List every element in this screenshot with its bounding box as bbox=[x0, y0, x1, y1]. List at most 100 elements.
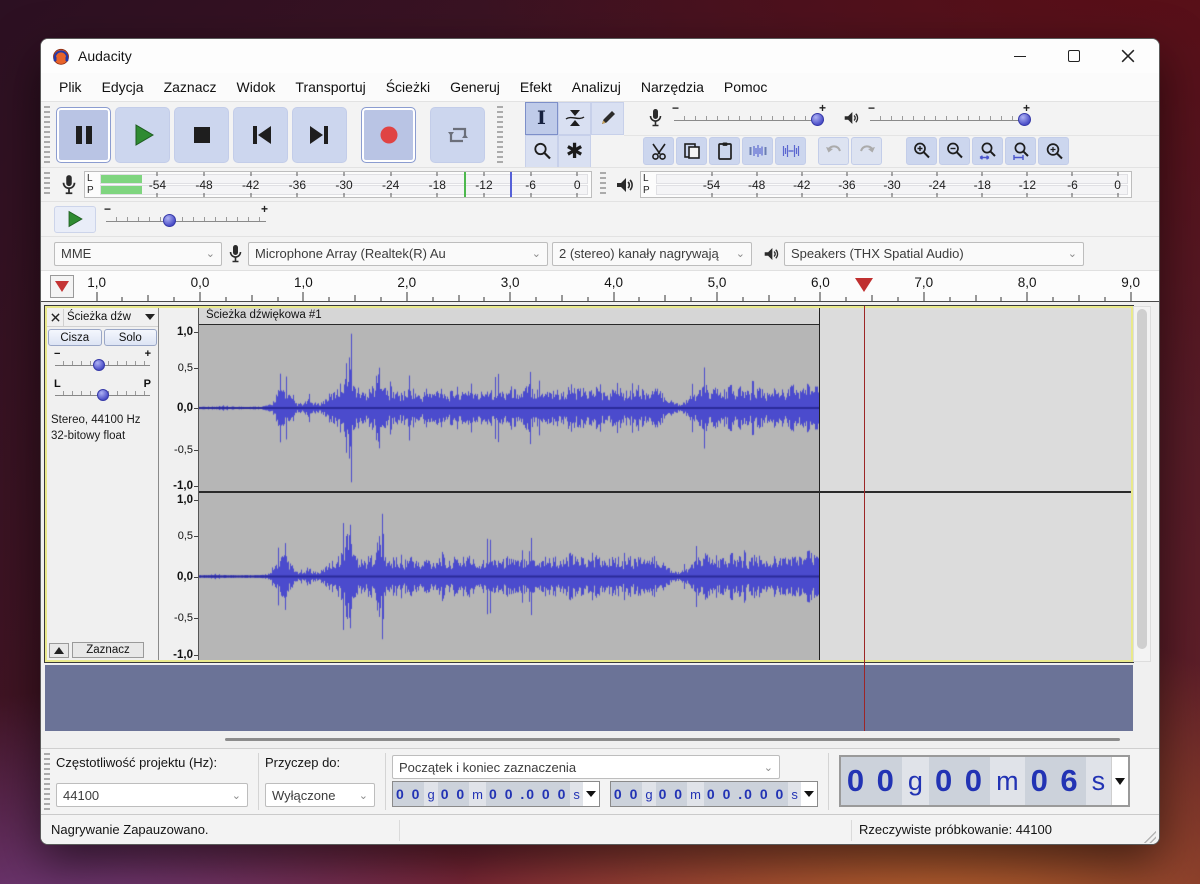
zoom-out-button[interactable] bbox=[939, 137, 970, 165]
time-digits[interactable]: 0 0 .0 0 0 bbox=[704, 782, 788, 806]
stop-button[interactable] bbox=[174, 107, 229, 163]
window-resize-grip[interactable] bbox=[1144, 831, 1156, 843]
selection-start-field[interactable]: 0 0g0 0m0 0 .0 0 0s bbox=[392, 781, 600, 807]
close-button[interactable] bbox=[1121, 49, 1135, 63]
timeline-ruler[interactable]: 1,00,01,02,03,04,05,06,07,08,09,0 bbox=[41, 270, 1159, 302]
trim-audio-button[interactable] bbox=[742, 137, 773, 165]
menu-item-generuj[interactable]: Generuj bbox=[440, 75, 510, 99]
track-title-menu[interactable]: Ścieżka dźw bbox=[64, 311, 158, 323]
horizontal-scrollbar[interactable] bbox=[45, 731, 1155, 748]
vertical-scale-ruler[interactable]: 1,00,50,0-0,5-1,01,00,50,0-0,5-1,0 bbox=[159, 308, 199, 660]
horizontal-scrollbar-thumb[interactable] bbox=[225, 738, 1120, 741]
silence-audio-button[interactable] bbox=[775, 137, 806, 165]
menu-item-transportuj[interactable]: Transportuj bbox=[285, 75, 375, 99]
time-digits[interactable]: 0 0 bbox=[656, 782, 687, 806]
playback-meter-grip[interactable] bbox=[600, 172, 606, 197]
skip-to-end-button[interactable] bbox=[292, 107, 347, 163]
record-button[interactable] bbox=[361, 107, 416, 163]
time-digits[interactable]: 0 0 bbox=[841, 757, 902, 805]
playhead-marker[interactable] bbox=[855, 278, 873, 292]
track-control-panel[interactable]: Ścieżka dźw Cisza Solo − + bbox=[47, 308, 159, 660]
playback-device-select[interactable]: Speakers (THX Spatial Audio)⌄ bbox=[784, 242, 1084, 266]
time-digits[interactable]: 0 6 bbox=[1025, 757, 1086, 805]
time-format-dropdown[interactable] bbox=[801, 782, 817, 806]
play-at-speed-button[interactable] bbox=[54, 206, 96, 233]
menu-item-analizuj[interactable]: Analizuj bbox=[562, 75, 631, 99]
tools-toolbar-grip[interactable] bbox=[497, 106, 503, 163]
zoom-in-button[interactable] bbox=[906, 137, 937, 165]
zoom-tool-button[interactable] bbox=[525, 135, 558, 168]
paste-button[interactable] bbox=[709, 137, 740, 165]
recording-device-select[interactable]: Microphone Array (Realtek(R) Au⌄ bbox=[248, 242, 548, 266]
undo-button[interactable] bbox=[818, 137, 849, 165]
selection-tool-button[interactable]: I bbox=[525, 102, 558, 135]
pinned-play-head-button[interactable] bbox=[50, 275, 74, 298]
menu-item-efekt[interactable]: Efekt bbox=[510, 75, 562, 99]
time-format-dropdown[interactable] bbox=[583, 782, 599, 806]
playback-volume-slider[interactable]: − + bbox=[870, 108, 1028, 128]
playback-volume-thumb[interactable] bbox=[1018, 113, 1031, 126]
menu-item-zaznacz[interactable]: Zaznacz bbox=[154, 75, 227, 99]
zoom-to-selection-button[interactable] bbox=[972, 137, 1003, 165]
project-rate-select[interactable]: 44100⌄ bbox=[56, 783, 248, 807]
copy-button[interactable] bbox=[676, 137, 707, 165]
playback-meter[interactable]: LP-54-48-42-36-30-24-18-12-60 bbox=[640, 171, 1132, 198]
menu-item-pomoc[interactable]: Pomoc bbox=[714, 75, 778, 99]
vertical-scrollbar-thumb[interactable] bbox=[1137, 309, 1147, 649]
multi-tool-button[interactable]: ✱ bbox=[558, 135, 591, 168]
vertical-scrollbar[interactable] bbox=[1133, 306, 1151, 662]
record-volume-thumb[interactable] bbox=[811, 113, 824, 126]
recording-meter[interactable]: LP-54-48-42-36-30-24-18-12-60 bbox=[84, 171, 592, 198]
audio-host-select[interactable]: MME⌄ bbox=[54, 242, 222, 266]
waveform-channel-left[interactable] bbox=[199, 325, 819, 491]
audio-clip[interactable]: Ścieżka dźwiękowa #1 bbox=[199, 308, 820, 660]
envelope-tool-button[interactable] bbox=[558, 102, 591, 135]
snap-to-select[interactable]: Wyłączone⌄ bbox=[265, 783, 375, 807]
record-volume-slider[interactable]: − + bbox=[674, 108, 824, 128]
gain-slider[interactable]: − + bbox=[55, 355, 150, 373]
pan-slider[interactable]: L P bbox=[55, 385, 150, 403]
selection-end-field[interactable]: 0 0g0 0m0 0 .0 0 0s bbox=[610, 781, 818, 807]
audio-position-display[interactable]: 0 0g0 0m0 6s bbox=[839, 755, 1130, 807]
clip-title-bar[interactable]: Ścieżka dźwiękowa #1 bbox=[199, 308, 819, 325]
minimize-button[interactable] bbox=[1013, 49, 1027, 63]
record-meter-grip[interactable] bbox=[44, 172, 50, 197]
play-speed-thumb[interactable] bbox=[163, 214, 176, 227]
record-meter-mic-icon[interactable] bbox=[54, 168, 84, 201]
play-speed-slider[interactable]: − + bbox=[106, 209, 266, 229]
menu-item-edycja[interactable]: Edycja bbox=[92, 75, 154, 99]
collapse-track-button[interactable] bbox=[49, 643, 69, 658]
playback-meter-speaker-icon[interactable] bbox=[610, 168, 640, 201]
zoom-to-project-button[interactable] bbox=[1005, 137, 1036, 165]
menu-item-ścieżki[interactable]: Ścieżki bbox=[376, 75, 440, 99]
time-digits[interactable]: 0 0 .0 0 0 bbox=[486, 782, 570, 806]
loop-button[interactable] bbox=[430, 107, 485, 163]
waveform-channel-right[interactable] bbox=[199, 493, 819, 660]
skip-to-start-button[interactable] bbox=[233, 107, 288, 163]
gain-thumb[interactable] bbox=[93, 359, 105, 371]
transport-toolbar-grip[interactable] bbox=[44, 106, 50, 163]
draw-tool-button[interactable] bbox=[591, 102, 624, 135]
time-digits[interactable]: 0 0 bbox=[611, 782, 642, 806]
redo-button[interactable] bbox=[851, 137, 882, 165]
pan-thumb[interactable] bbox=[97, 389, 109, 401]
menu-item-plik[interactable]: Plik bbox=[49, 75, 92, 99]
selection-toolbar-grip[interactable] bbox=[44, 753, 50, 810]
empty-area-below-tracks[interactable] bbox=[45, 665, 1133, 731]
time-digits[interactable]: 0 0 bbox=[438, 782, 469, 806]
track-close-button[interactable] bbox=[47, 309, 64, 326]
title-bar[interactable]: Audacity bbox=[41, 39, 1159, 73]
time-digits[interactable]: 0 0 bbox=[929, 757, 990, 805]
selection-mode-select[interactable]: Początek i koniec zaznaczenia⌄ bbox=[392, 755, 780, 779]
select-track-button[interactable]: Zaznacz bbox=[72, 642, 144, 658]
maximize-button[interactable] bbox=[1067, 49, 1081, 63]
cut-button[interactable] bbox=[643, 137, 674, 165]
recording-channels-select[interactable]: 2 (stereo) kanały nagrywając⌄ bbox=[552, 242, 752, 266]
time-digits[interactable]: 0 0 bbox=[393, 782, 424, 806]
waveform-area[interactable]: Ścieżka dźwiękowa #1 bbox=[199, 308, 1131, 660]
play-button[interactable] bbox=[115, 107, 170, 163]
solo-button[interactable]: Solo bbox=[104, 329, 158, 346]
time-format-dropdown[interactable] bbox=[1111, 757, 1128, 805]
mute-button[interactable]: Cisza bbox=[48, 329, 102, 346]
menu-item-widok[interactable]: Widok bbox=[227, 75, 286, 99]
